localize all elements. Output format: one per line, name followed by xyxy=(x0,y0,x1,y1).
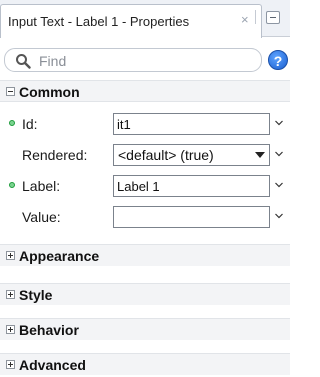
dropdown-arrow-icon[interactable] xyxy=(255,152,265,158)
property-label-value: Value: xyxy=(22,209,61,225)
plus-box-icon[interactable] xyxy=(6,360,15,369)
label-field[interactable] xyxy=(113,175,270,197)
search-box[interactable] xyxy=(4,48,262,72)
section-behavior-header[interactable]: Behavior xyxy=(0,318,290,340)
property-row-rendered: Rendered: <default> (true) xyxy=(0,141,290,169)
value-field[interactable] xyxy=(113,206,270,228)
chevron-down-icon[interactable] xyxy=(275,181,283,189)
property-label-rendered: Rendered: xyxy=(22,147,88,163)
panel-tab-bar: Input Text - Label 1 - Properties × xyxy=(0,0,290,38)
chevron-down-icon[interactable] xyxy=(275,150,283,158)
section-appearance-header[interactable]: Appearance xyxy=(0,244,290,266)
section-style-title: Style xyxy=(19,287,53,303)
search-row: ? xyxy=(0,38,290,78)
chevron-down-icon[interactable] xyxy=(275,212,283,220)
properties-tab[interactable]: Input Text - Label 1 - Properties × xyxy=(0,4,262,38)
plus-box-icon[interactable] xyxy=(6,290,15,299)
section-advanced-title: Advanced xyxy=(19,357,86,373)
required-dot-icon xyxy=(9,120,15,126)
plus-box-icon[interactable] xyxy=(6,325,15,334)
property-row-id: Id: xyxy=(0,110,290,138)
property-label-label: Label: xyxy=(22,178,61,194)
search-icon xyxy=(16,54,31,69)
section-appearance-title: Appearance xyxy=(19,248,100,264)
plus-box-icon[interactable] xyxy=(6,251,15,260)
id-field[interactable] xyxy=(113,113,270,135)
tab-separator xyxy=(255,10,256,24)
panel-title: Input Text - Label 1 - Properties xyxy=(8,14,190,29)
required-dot-icon xyxy=(9,182,15,188)
chevron-down-icon[interactable] xyxy=(275,119,283,127)
property-row-label: Label: xyxy=(0,172,290,200)
rendered-select-value: <default> (true) xyxy=(118,147,214,163)
close-icon[interactable]: × xyxy=(241,13,249,27)
section-common-header[interactable]: Common xyxy=(0,80,290,102)
minimize-icon[interactable] xyxy=(266,11,280,24)
search-input[interactable] xyxy=(39,52,239,70)
section-common-title: Common xyxy=(19,84,80,100)
minus-box-icon[interactable] xyxy=(6,87,15,96)
section-behavior-title: Behavior xyxy=(19,322,79,338)
help-icon[interactable]: ? xyxy=(268,50,288,70)
rendered-select[interactable]: <default> (true) xyxy=(113,144,270,166)
section-style-header[interactable]: Style xyxy=(0,283,290,305)
section-advanced-header[interactable]: Advanced xyxy=(0,353,290,375)
property-row-value: Value: xyxy=(0,203,290,231)
property-label-id: Id: xyxy=(22,116,38,132)
